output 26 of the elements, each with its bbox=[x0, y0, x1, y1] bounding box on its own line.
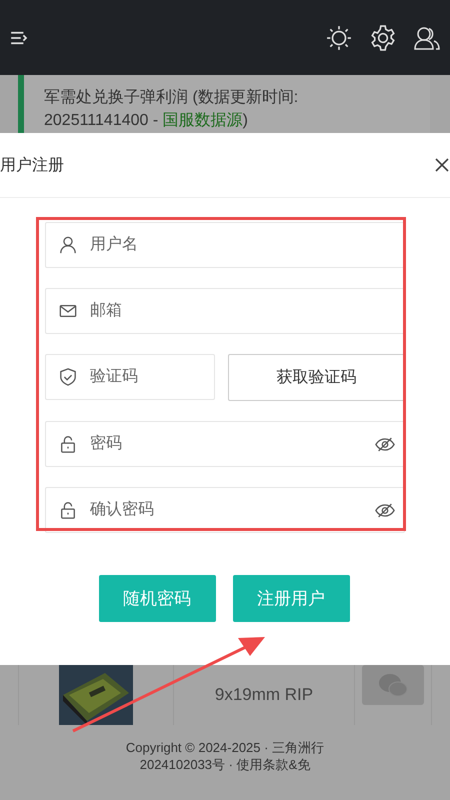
footer-text: Copyright © 2024-2025 · 三角洲行 bbox=[126, 739, 324, 756]
input-field[interactable]: 邮箱 bbox=[45, 288, 405, 334]
user-icon bbox=[59, 236, 77, 254]
ammo-name: 9x19mm RIP bbox=[214, 685, 314, 705]
users-icon[interactable] bbox=[414, 24, 440, 50]
input-field[interactable]: 用户名 bbox=[45, 222, 405, 268]
action-button[interactable]: 随机密码 bbox=[98, 575, 216, 622]
input-field[interactable]: 确认密码 bbox=[45, 487, 405, 533]
input-field[interactable]: 验证码 bbox=[45, 354, 215, 400]
data-source-link[interactable]: 国服数据源 bbox=[162, 112, 243, 129]
get-code-button[interactable]: 获取验证码 bbox=[228, 354, 405, 401]
eye-off-icon[interactable] bbox=[375, 437, 395, 452]
notice-text: 军需处兑换子弹利润 (数据更新时间: bbox=[44, 88, 300, 108]
notice-text: 202511141400 - 国服数据源) bbox=[44, 111, 249, 131]
settings-icon[interactable] bbox=[370, 24, 396, 50]
eye-off-icon[interactable] bbox=[375, 503, 395, 518]
lock-icon bbox=[59, 501, 77, 519]
action-button[interactable]: 注册用户 bbox=[232, 575, 350, 622]
input-field[interactable]: 密码 bbox=[45, 421, 405, 467]
lock-icon bbox=[59, 435, 77, 453]
sun-icon[interactable] bbox=[326, 24, 352, 50]
dialog-title: 用户注册 bbox=[0, 156, 64, 176]
mail-icon bbox=[59, 302, 77, 320]
shield-icon bbox=[59, 368, 77, 386]
footer-text: 2024102033号 · 使用条款&免 bbox=[140, 756, 310, 773]
menu-icon[interactable] bbox=[10, 30, 28, 44]
